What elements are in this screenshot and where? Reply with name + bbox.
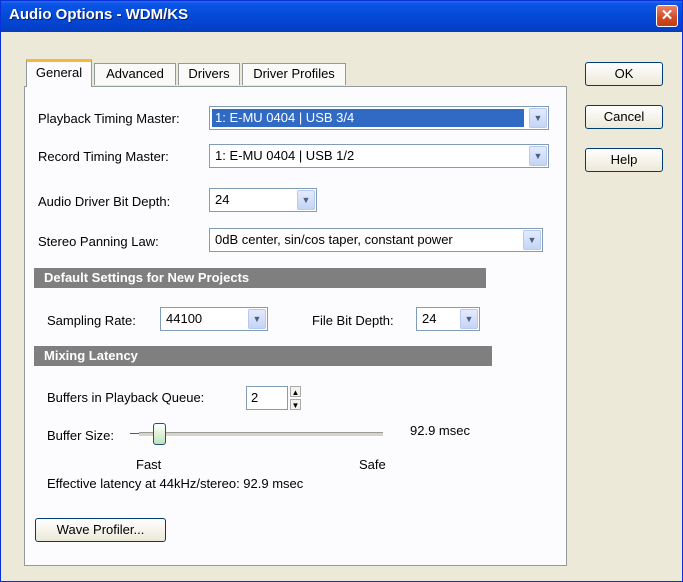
chevron-down-icon[interactable]: ▼	[529, 108, 547, 128]
bit-depth-value: 24	[215, 192, 230, 207]
mixing-latency-header: Mixing Latency	[34, 346, 492, 366]
effective-latency-text: Effective latency at 44kHz/stereo: 92.9 …	[47, 476, 304, 491]
default-settings-header: Default Settings for New Projects	[34, 268, 486, 288]
playback-master-select[interactable]: 1: E-MU 0404 | USB 3/4 ▼	[209, 106, 549, 130]
slider-fast-label: Fast	[136, 457, 162, 472]
buffer-size-track[interactable]	[139, 432, 383, 437]
record-master-value: 1: E-MU 0404 | USB 1/2	[215, 148, 355, 163]
chevron-down-icon[interactable]: ▼	[248, 309, 266, 329]
buffer-size-slider-thumb[interactable]	[152, 423, 166, 445]
chevron-down-icon[interactable]: ▼	[529, 146, 547, 166]
panning-law-select[interactable]: 0dB center, sin/cos taper, constant powe…	[209, 228, 543, 252]
buffers-input[interactable]: 2	[246, 386, 288, 410]
panning-law-value: 0dB center, sin/cos taper, constant powe…	[215, 232, 453, 247]
file-bit-depth-value: 24	[422, 311, 437, 326]
buffer-size-value: 92.9 msec	[410, 423, 470, 438]
playback-master-value: 1: E-MU 0404 | USB 3/4	[212, 109, 524, 127]
bit-depth-label: Audio Driver Bit Depth:	[38, 194, 171, 209]
bit-depth-select[interactable]: 24 ▼	[209, 188, 317, 212]
buffers-label: Buffers in Playback Queue:	[47, 390, 205, 405]
chevron-down-icon[interactable]: ▼	[297, 190, 315, 210]
spin-down-icon[interactable]: ▼	[290, 399, 301, 410]
file-bit-depth-select[interactable]: 24 ▼	[416, 307, 480, 331]
sampling-rate-label: Sampling Rate:	[47, 313, 136, 328]
chevron-down-icon[interactable]: ▼	[460, 309, 478, 329]
file-bit-depth-label: File Bit Depth:	[312, 313, 394, 328]
buffers-spinner[interactable]: ▲ ▼	[290, 386, 301, 410]
chevron-down-icon[interactable]: ▼	[523, 230, 541, 250]
buffer-size-label: Buffer Size:	[47, 428, 114, 443]
playback-master-label: Playback Timing Master:	[38, 111, 180, 126]
slider-safe-label: Safe	[359, 457, 386, 472]
sampling-rate-select[interactable]: 44100 ▼	[160, 307, 268, 331]
sampling-rate-value: 44100	[166, 311, 203, 326]
wave-profiler-button[interactable]: Wave Profiler...	[35, 518, 166, 542]
panning-law-label: Stereo Panning Law:	[38, 234, 159, 249]
record-master-label: Record Timing Master:	[38, 149, 169, 164]
record-master-select[interactable]: 1: E-MU 0404 | USB 1/2 ▼	[209, 144, 549, 168]
spin-up-icon[interactable]: ▲	[290, 386, 301, 397]
